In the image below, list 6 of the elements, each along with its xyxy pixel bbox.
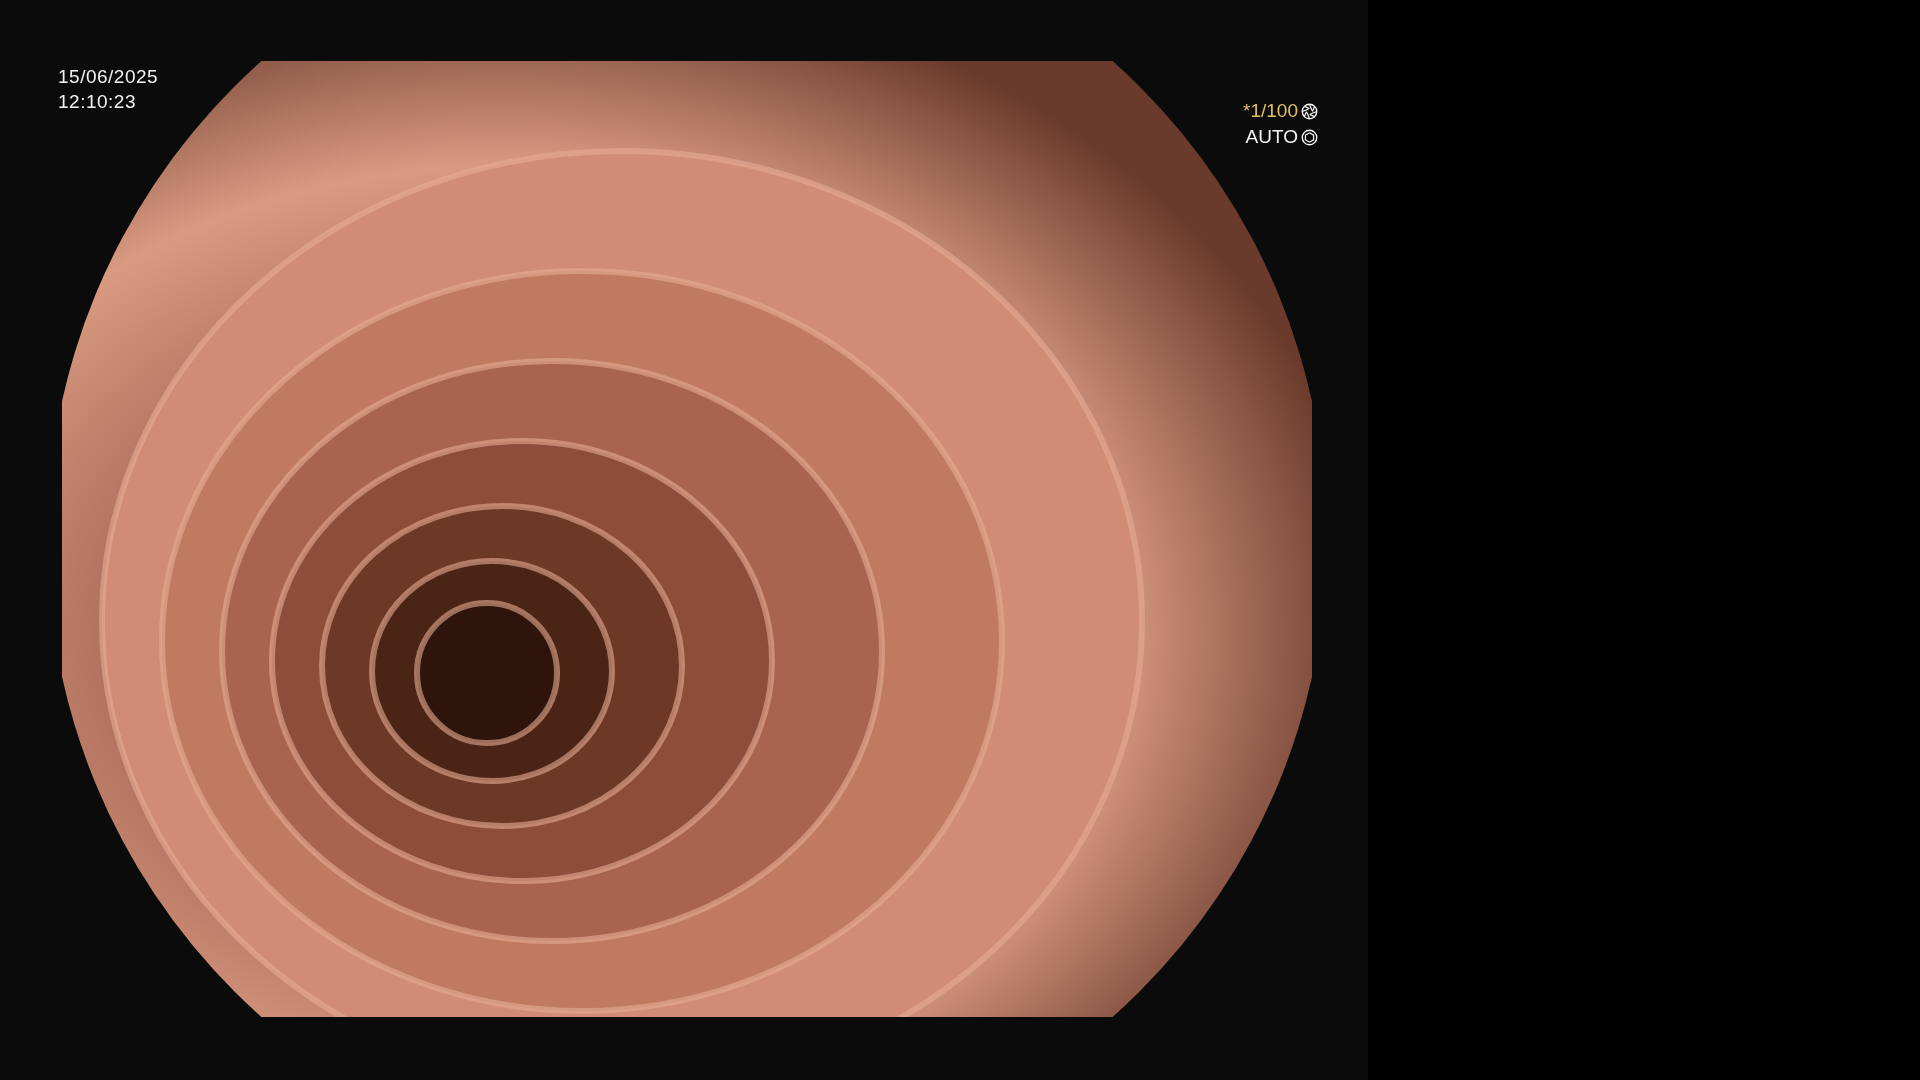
aperture-icon (1301, 102, 1318, 120)
date-text: 15/06/2025 (58, 65, 159, 89)
iris-icon (1301, 128, 1318, 146)
shutter-speed-text: *1/100 (1243, 100, 1298, 122)
time-text: 12:10:23 (58, 90, 137, 114)
iris-mode-text: AUTO (1245, 126, 1298, 148)
